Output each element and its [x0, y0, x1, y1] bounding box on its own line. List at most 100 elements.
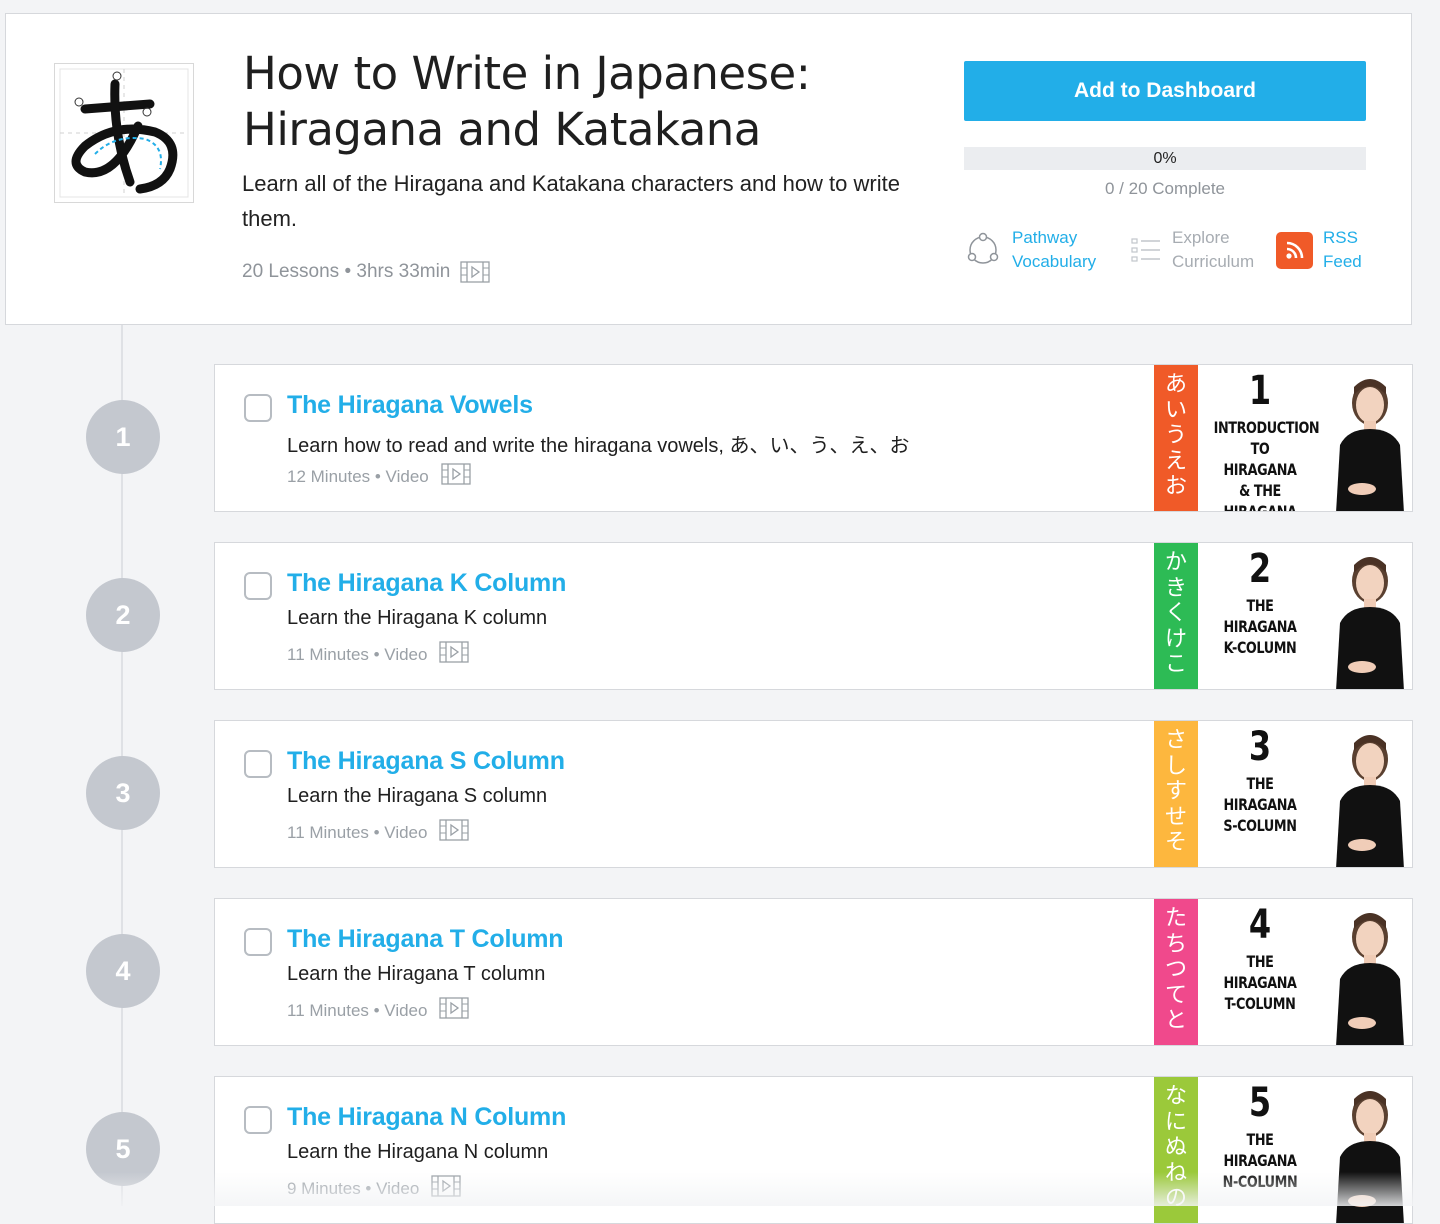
- thumbnail-number: 5: [1248, 1080, 1272, 1126]
- progress-label: 0%: [1153, 150, 1177, 167]
- lesson-thumbnail[interactable]: なにぬねの 5 THE HIRAGANA N-COLUMN: [1154, 1077, 1412, 1223]
- lesson-card[interactable]: The Hiragana N Column Learn the Hiragana …: [214, 1076, 1413, 1224]
- course-logo: [54, 63, 194, 203]
- kana-character: た: [1164, 905, 1187, 930]
- lesson-title-link[interactable]: The Hiragana N Column: [287, 1103, 566, 1132]
- kana-character: つ: [1164, 956, 1187, 981]
- course-title: How to Write in Japanese: Hiragana and K…: [243, 46, 923, 158]
- kana-character: く: [1164, 600, 1187, 625]
- instructor-photo: [1318, 899, 1412, 1045]
- lesson-thumbnail[interactable]: たちつてと 4 THE HIRAGANA T-COLUMN: [1154, 899, 1412, 1045]
- kana-character: け: [1164, 625, 1187, 651]
- lesson-meta: 11 Minutes • Video: [287, 819, 470, 846]
- lesson-thumbnail[interactable]: かきくけこ 2 THE HIRAGANA K-COLUMN: [1154, 543, 1412, 689]
- thumbnail-caption-line: THE HIRAGANA: [1223, 774, 1297, 814]
- kana-character: の: [1164, 1185, 1187, 1210]
- explore-curriculum-link[interactable]: Explore Curriculum: [1130, 226, 1268, 274]
- pathway-vocabulary-link[interactable]: Pathway Vocabulary: [964, 226, 1108, 274]
- lesson-card[interactable]: The Hiragana Vowels Learn how to read and…: [214, 364, 1413, 512]
- video-icon: [431, 1175, 461, 1202]
- rss-label-line1: RSS: [1323, 228, 1358, 247]
- pathway-vocabulary-label: Pathway Vocabulary: [1012, 226, 1108, 274]
- pathway-label-line1: Pathway: [1012, 228, 1078, 247]
- lesson-meta: 11 Minutes • Video: [287, 997, 470, 1024]
- rss-feed-label: RSS Feed: [1323, 226, 1419, 274]
- completion-count: 0 / 20 Complete: [1104, 179, 1225, 198]
- thumbnail-text: 5 THE HIRAGANA N-COLUMN: [1202, 1077, 1318, 1192]
- kana-character: ね: [1164, 1159, 1187, 1185]
- explore-curriculum-label: Explore Curriculum: [1172, 226, 1268, 274]
- lesson-thumbnail[interactable]: あいうえお 1 INTRODUCTION TO HIRAGANA & THE HIRAG…: [1154, 365, 1412, 512]
- add-to-dashboard-button[interactable]: Add to Dashboard: [964, 61, 1366, 121]
- thumbnail-caption-line: K-COLUMN: [1223, 638, 1297, 657]
- kana-character: あ: [1164, 371, 1187, 396]
- rss-label-line2: Feed: [1323, 252, 1362, 271]
- kana-character: こ: [1164, 651, 1187, 676]
- instructor-photo: [1318, 365, 1412, 511]
- rss-feed-link[interactable]: RSS Feed: [1276, 226, 1419, 274]
- lesson-title-link[interactable]: The Hiragana S Column: [287, 747, 565, 776]
- lesson-meta: 9 Minutes • Video: [287, 1175, 461, 1202]
- lesson-number-badge: 3: [86, 756, 160, 830]
- thumbnail-caption-line: S-COLUMN: [1223, 816, 1297, 835]
- lesson-complete-checkbox[interactable]: [244, 572, 272, 600]
- hiragana-a-logo-image: [59, 68, 189, 198]
- lesson-number-badge: 5: [86, 1112, 160, 1186]
- lesson-card[interactable]: The Hiragana T Column Learn the Hiragana …: [214, 898, 1413, 1046]
- thumbnail-caption-line: TO HIRAGANA: [1223, 439, 1297, 479]
- lesson-number-badge: 2: [86, 578, 160, 652]
- lesson-complete-checkbox[interactable]: [244, 750, 272, 778]
- thumbnail-caption: INTRODUCTIONTO HIRAGANA& THE HIRAGANAVOW…: [1214, 417, 1320, 512]
- explore-label-line2: Curriculum: [1172, 252, 1255, 271]
- lesson-complete-checkbox[interactable]: [244, 394, 272, 422]
- lesson-title-link[interactable]: The Hiragana Vowels: [287, 391, 533, 420]
- lesson-card[interactable]: The Hiragana S Column Learn the Hiragana …: [214, 720, 1413, 868]
- lesson-description: Learn how to read and write the hiragana…: [287, 435, 910, 457]
- thumbnail-caption-line: & THE HIRAGANA: [1223, 481, 1297, 512]
- lesson-description: Learn the Hiragana S column: [287, 785, 548, 807]
- lesson-title-link[interactable]: The Hiragana T Column: [287, 925, 564, 954]
- lesson-number-badge: 1: [86, 400, 160, 474]
- video-icon: [441, 463, 471, 490]
- instructor-photo: [1318, 543, 1412, 689]
- lesson-complete-checkbox[interactable]: [244, 928, 272, 956]
- thumbnail-number: 3: [1248, 724, 1272, 770]
- rss-icon: [1276, 231, 1313, 269]
- thumbnail-number: 2: [1248, 546, 1272, 592]
- kana-character: そ: [1164, 829, 1187, 854]
- course-meta-text: 20 Lessons • 3hrs 33min: [242, 261, 451, 282]
- progress-bar: 0%: [964, 147, 1366, 170]
- instructor-photo: [1318, 1077, 1412, 1223]
- kana-strip: たちつてと: [1154, 899, 1198, 1045]
- kana-character: ち: [1164, 930, 1187, 956]
- lesson-meta-text: 12 Minutes • Video: [287, 466, 429, 486]
- lesson-complete-checkbox[interactable]: [244, 1106, 272, 1134]
- lesson-title-link[interactable]: The Hiragana K Column: [287, 569, 566, 598]
- lesson-number-badge: 4: [86, 934, 160, 1008]
- kana-character: き: [1164, 574, 1187, 600]
- kana-character: か: [1164, 549, 1187, 574]
- thumbnail-text: 3 THE HIRAGANA S-COLUMN: [1202, 721, 1318, 836]
- course-header: How to Write in Japanese: Hiragana and K…: [5, 13, 1412, 325]
- thumbnail-caption-line: THE HIRAGANA: [1223, 1130, 1297, 1170]
- video-icon: [439, 641, 470, 668]
- kana-character: て: [1164, 981, 1187, 1007]
- lesson-meta-text: 9 Minutes • Video: [287, 1178, 420, 1198]
- lesson-thumbnail[interactable]: さしすせそ 3 THE HIRAGANA S-COLUMN: [1154, 721, 1412, 867]
- kana-character: し: [1164, 752, 1187, 778]
- thumbnail-caption: THE HIRAGANA T-COLUMN: [1214, 951, 1307, 1014]
- lesson-meta-text: 11 Minutes • Video: [287, 822, 428, 842]
- thumbnail-number: 4: [1248, 902, 1272, 948]
- kana-character: と: [1164, 1007, 1187, 1032]
- kana-character: に: [1164, 1108, 1187, 1134]
- lesson-description: Learn the Hiragana T column: [287, 963, 546, 985]
- kana-strip: さしすせそ: [1154, 721, 1198, 867]
- lesson-description: Learn the Hiragana N column: [287, 1141, 549, 1163]
- kana-character: さ: [1164, 727, 1187, 752]
- course-title-line1: How to Write in Japanese:: [243, 47, 811, 100]
- kana-character: い: [1164, 396, 1187, 422]
- instructor-photo: [1318, 721, 1412, 867]
- thumbnail-text: 4 THE HIRAGANA T-COLUMN: [1202, 899, 1318, 1014]
- thumbnail-caption: THE HIRAGANA N-COLUMN: [1214, 1129, 1307, 1192]
- lesson-card[interactable]: The Hiragana K Column Learn the Hiragana …: [214, 542, 1413, 690]
